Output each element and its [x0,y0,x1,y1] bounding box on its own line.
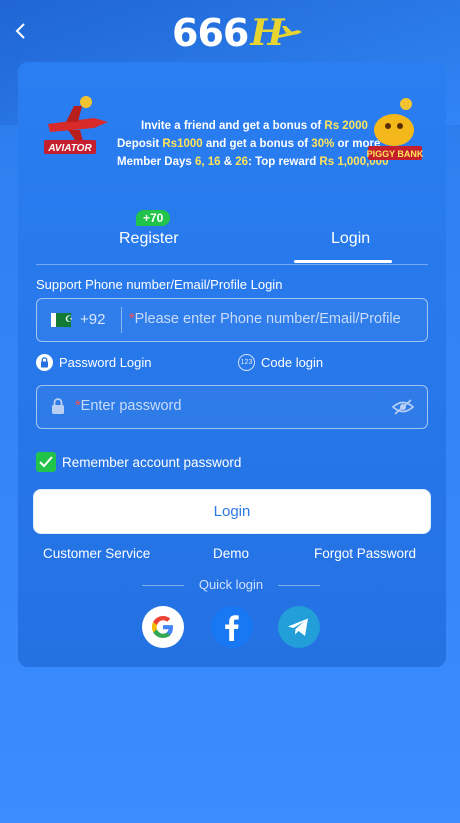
password-login-option[interactable]: Password Login [36,354,152,371]
customer-service-link[interactable]: Customer Service [43,546,150,561]
password-input[interactable]: *Enter password [75,398,181,414]
promo-text: Invite a friend and get a bonus of Rs 20… [117,117,402,171]
remember-password-checkbox[interactable]: Remember account password [36,452,241,472]
login-card: AVIATOR Invite a friend and get a bonus … [18,62,446,667]
tab-login-label: Login [331,230,371,247]
pakistan-flag-icon: ☪ [51,313,73,327]
tab-register[interactable]: Register [119,230,179,248]
aviator-label: AVIATOR [47,143,92,154]
remember-label: Remember account password [62,454,242,470]
register-bonus-badge: +70 [136,210,171,226]
phone-input[interactable]: *Please enter Phone number/Email/Profile [129,311,401,327]
promo-line-1: Invite a friend and get a bonus of Rs 20… [141,120,368,132]
auth-tabs: Register +70 Login [36,210,428,265]
facebook-icon [225,615,239,641]
numeric-code-icon: 123 [238,354,255,371]
tab-register-label: Register [119,230,179,247]
telegram-icon [288,618,308,636]
support-label: Support Phone number/Email/Profile Login [36,277,283,292]
checkmark-icon [36,452,56,472]
password-login-label: Password Login [59,355,152,370]
header: 666 H [0,0,460,62]
tab-login[interactable]: Login [331,230,370,248]
eye-hidden-icon[interactable] [392,398,414,416]
aviator-plane-icon: AVIATOR [44,96,108,154]
logo-text: 666 [172,11,249,55]
google-icon [152,616,173,638]
lock-icon [52,398,64,414]
promo-line-3: Member Days 6, 16 & 26: Top reward Rs 1,… [117,156,389,168]
back-chevron-icon[interactable] [12,20,30,42]
field-divider [121,307,122,333]
lock-circle-icon [36,354,53,371]
logo-letter: H [250,12,285,54]
demo-link[interactable]: Demo [213,546,249,561]
code-login-option[interactable]: 123 Code login [238,354,323,371]
active-tab-indicator [294,260,392,263]
quick-login-label: Quick login [142,577,320,592]
logo: 666 H [172,11,304,55]
phone-placeholder: Please enter Phone number/Email/Profile [134,311,401,327]
phone-field[interactable]: ☪ +92 *Please enter Phone number/Email/P… [36,298,428,342]
facebook-login-button[interactable] [211,606,253,648]
password-field[interactable]: *Enter password [36,385,428,429]
promo-banner[interactable]: AVIATOR Invite a friend and get a bonus … [44,84,424,174]
code-login-label: Code login [261,355,324,370]
piggy-bank-icon: PIGGY BANK [367,98,424,160]
telegram-login-button[interactable] [278,606,320,648]
forgot-password-link[interactable]: Forgot Password [314,546,416,561]
google-login-button[interactable] [142,606,184,648]
country-code-selector[interactable]: +92 [80,311,105,328]
piggy-bank-label: PIGGY BANK [367,149,424,159]
promo-line-2: Deposit Rs1000 and get a bonus of 30% or… [117,138,381,150]
password-placeholder: Enter password [80,398,182,414]
login-button[interactable]: Login [33,489,431,534]
